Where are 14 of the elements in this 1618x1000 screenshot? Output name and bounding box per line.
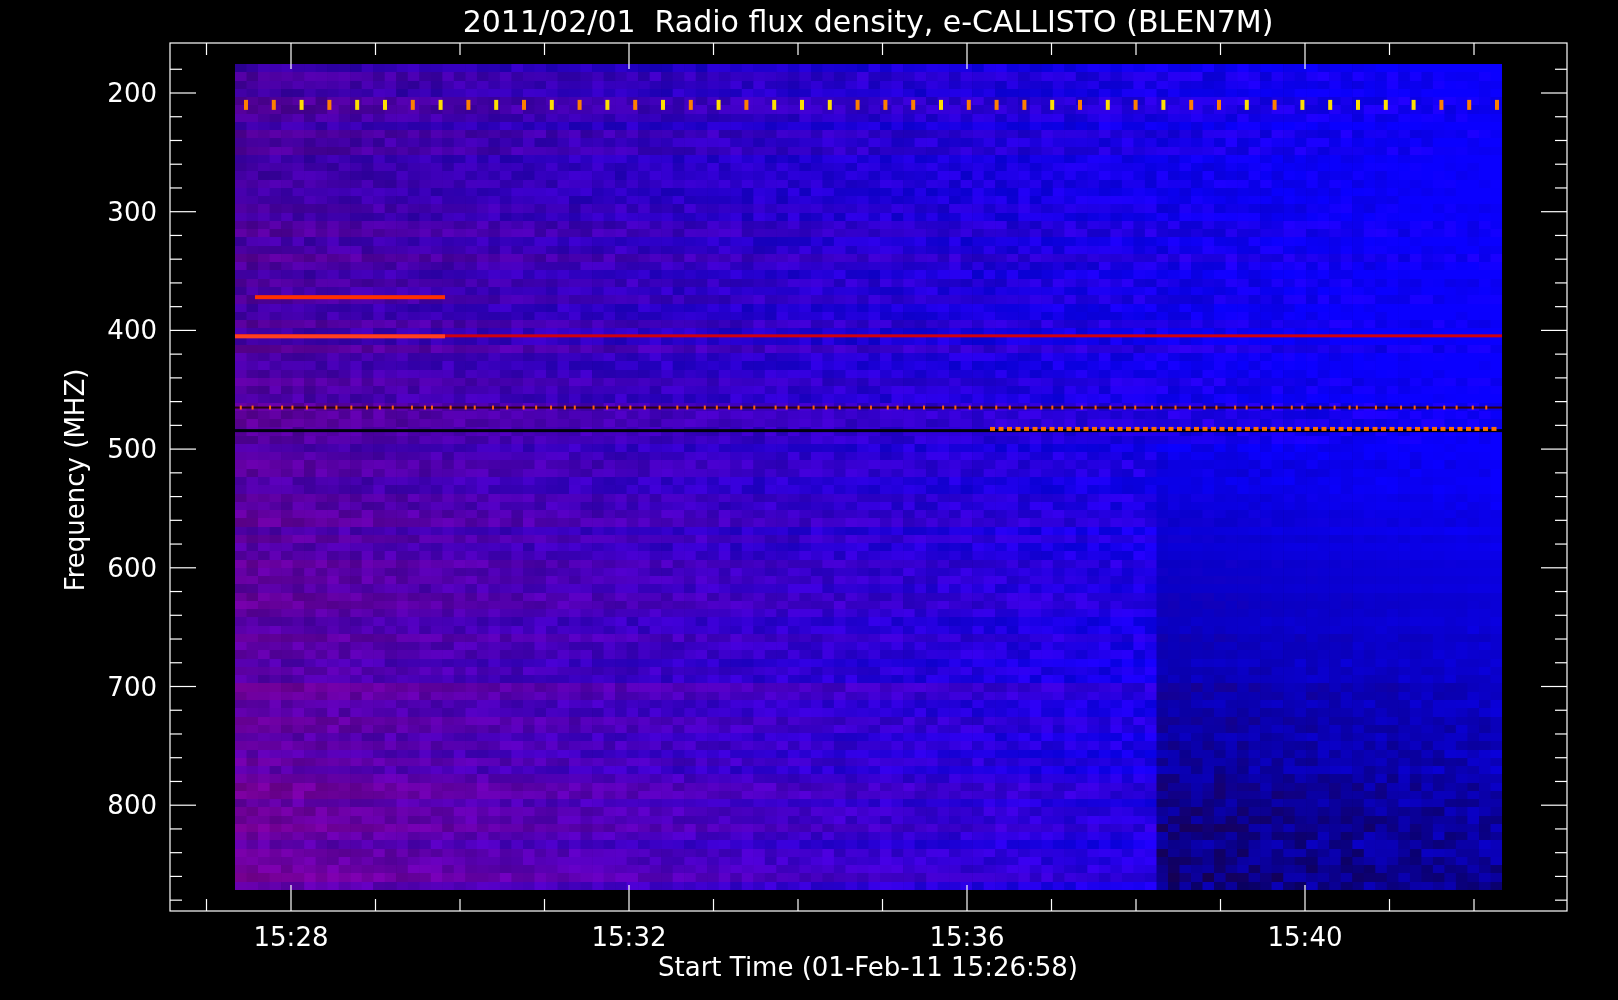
y-tick-label: 600 [107,552,157,583]
plot-title: 2011/02/01 Radio flux density, e-CALLISTO (BLEN7M) [462,4,1274,39]
x-tick-label: 15:40 [1267,922,1343,952]
y-axis-title: Frequency (MHZ) [60,368,90,592]
y-tick-label: 500 [107,434,157,465]
y-tick-label: 800 [107,790,157,821]
x-tick-label: 15:32 [591,922,667,952]
y-tick-label: 300 [107,196,157,227]
x-tick-label: 15:28 [253,922,329,952]
y-tick-label: 400 [107,315,157,346]
x-axis-title: Start Time (01-Feb-11 15:26:58) [658,952,1078,982]
y-tick-label: 700 [107,671,157,702]
x-tick-label: 15:36 [929,922,1005,952]
y-tick-label: 200 [107,78,157,108]
